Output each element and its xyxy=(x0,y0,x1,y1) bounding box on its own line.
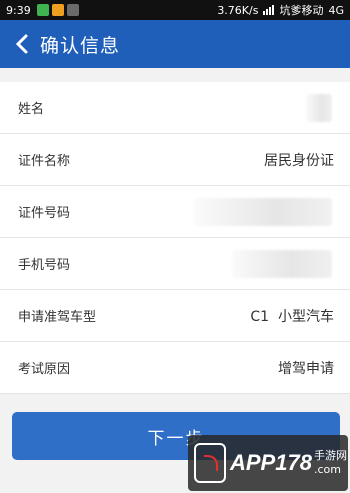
row-value: 增驾申请 xyxy=(278,360,334,377)
carrier-name: 坑爹移动 xyxy=(279,4,324,17)
page-title: 确认信息 xyxy=(40,34,121,57)
info-list: 姓名 证件名称 居民身份证 证件号码 手机号码 申请准驾车型 C1 小型汽车 考… xyxy=(0,68,350,394)
row-exam-reason: 考试原因 增驾申请 xyxy=(0,342,350,394)
network-speed: 3.76K/s xyxy=(217,3,259,17)
row-value: C1 小型汽车 xyxy=(250,308,334,325)
row-label: 证件号码 xyxy=(18,206,71,221)
watermark: APP178 手游网 .com xyxy=(188,435,348,491)
row-phone: 手机号码 xyxy=(0,238,350,290)
row-label: 考试原因 xyxy=(18,362,71,377)
signal-icon xyxy=(263,5,275,15)
network-type: 4G xyxy=(328,3,344,17)
watermark-brand: APP178 xyxy=(230,450,312,475)
row-id-type: 证件名称 居民身份证 xyxy=(0,134,350,186)
watermark-sub1: 手游网 xyxy=(313,449,347,463)
redacted-phone xyxy=(232,250,332,278)
redacted-id-number xyxy=(194,198,332,226)
list-gap xyxy=(0,68,350,82)
status-bar: 9:39 3.76K/s 坑爹移动 4G xyxy=(0,0,350,20)
row-id-number: 证件号码 xyxy=(0,186,350,238)
status-right: 3.76K/s 坑爹移动 4G xyxy=(217,2,344,18)
row-label: 姓名 xyxy=(18,102,45,117)
app-bar: 确认信息 xyxy=(0,20,350,68)
row-license-class: 申请准驾车型 C1 小型汽车 xyxy=(0,290,350,342)
watermark-sub: 手游网 .com xyxy=(314,449,347,477)
back-arrow-icon[interactable] xyxy=(4,20,40,68)
message-notification-icon xyxy=(66,4,79,16)
status-time: 9:39 xyxy=(6,3,31,17)
row-label: 证件名称 xyxy=(18,154,71,169)
app-notification-icon xyxy=(51,4,64,16)
wechat-notification-icon xyxy=(36,4,49,16)
redacted-name xyxy=(306,94,332,122)
row-label: 申请准驾车型 xyxy=(18,310,97,325)
watermark-sub2: .com xyxy=(313,463,341,476)
row-name: 姓名 xyxy=(0,82,350,134)
row-label: 手机号码 xyxy=(18,258,71,273)
app178-logo-icon xyxy=(194,443,226,483)
row-value: 居民身份证 xyxy=(264,152,334,169)
